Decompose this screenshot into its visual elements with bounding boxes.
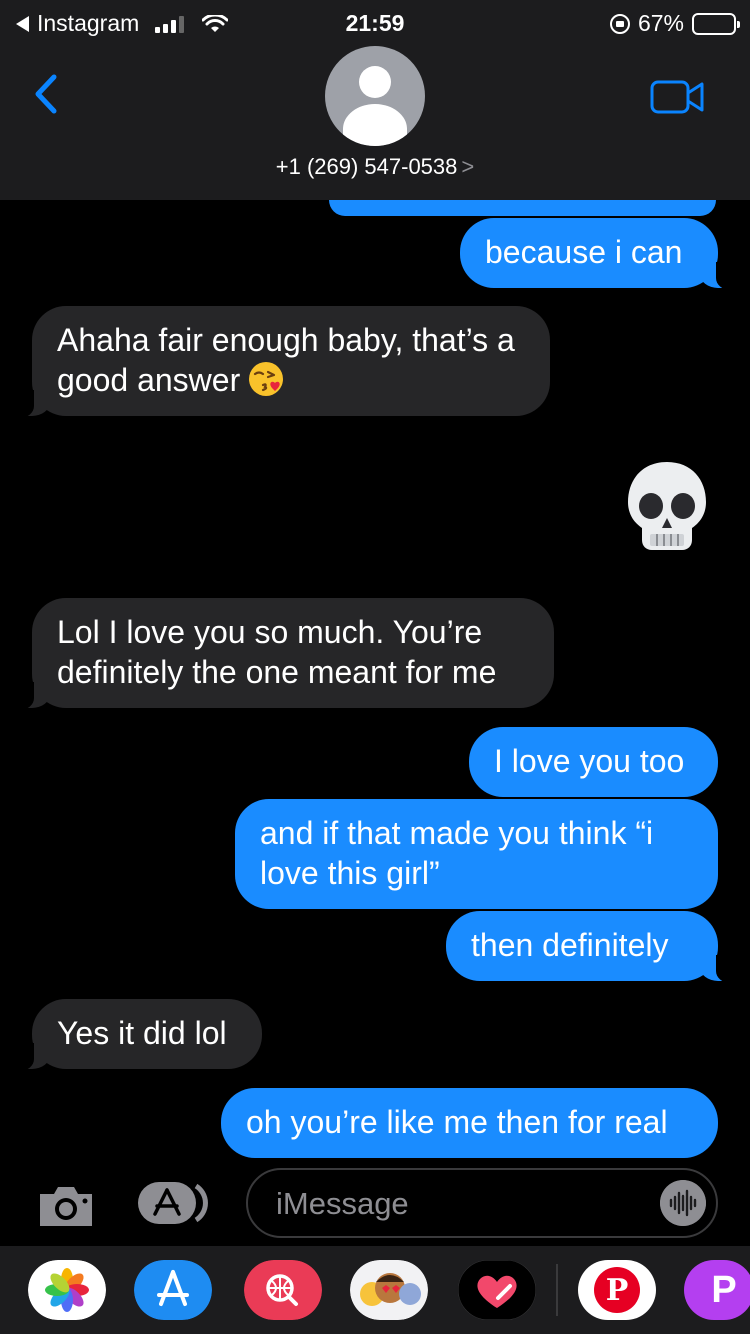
pinterest-letter: P [605,1272,629,1308]
photos-icon[interactable] [28,1260,106,1320]
message-outgoing[interactable]: oh you’re like me then for real [221,1088,718,1158]
compose-bar [0,1160,750,1246]
message-text: Lol I love you so much. You’re definitel… [57,614,497,690]
digital-touch-icon[interactable] [458,1260,536,1320]
message-text: Yes it did lol [57,1015,227,1051]
status-right: 67% [609,10,740,37]
contact-avatar[interactable] [325,46,425,146]
rotation-lock-icon [609,13,630,34]
skull-emoji[interactable] [624,458,710,554]
message-text: oh you’re like me then for real [246,1104,668,1140]
drawer-divider [556,1264,558,1316]
picsart-letter: P [711,1268,737,1311]
previous-message-bubble-cut [329,200,716,216]
message-text: Ahaha fair enough baby, that’s a good an… [57,322,515,398]
contact-number: +1 (269) 547-0538 [275,154,458,179]
pinterest-icon[interactable]: P [578,1260,656,1320]
app-store-drawer-icon[interactable] [136,1180,216,1226]
web-search-icon[interactable] [244,1260,322,1320]
chevron-right-icon: > [461,154,475,179]
message-text: I love you too [494,743,685,779]
status-bar: Instagram 21:59 67% [0,6,750,36]
imessage-app-drawer: P P [0,1246,750,1334]
conversation-header: Instagram 21:59 67% +1 (269) 547-0538 > [0,0,750,200]
face-blowing-kiss-icon [249,362,284,396]
message-outgoing[interactable]: because i can [460,218,736,290]
contact-name[interactable]: +1 (269) 547-0538 > [0,154,750,180]
message-incoming[interactable]: Yes it did lol [14,999,262,1071]
message-outgoing[interactable]: and if that made you think “i love this … [235,799,718,909]
avatar-body [343,104,407,146]
message-outgoing[interactable]: I love you too [469,727,718,797]
message-incoming[interactable]: Lol I love you so much. You’re definitel… [14,598,554,710]
message-text: because i can [485,234,683,270]
imessage-field-container [246,1168,718,1238]
message-outgoing[interactable]: then definitely [446,911,736,983]
message-text: then definitely [471,927,669,963]
message-text: and if that made you think “i love this … [260,815,654,891]
memoji-icon[interactable] [350,1260,428,1320]
message-incoming[interactable]: Ahaha fair enough baby, that’s a good an… [14,306,550,418]
camera-icon[interactable] [36,1182,96,1228]
picsart-icon[interactable]: P [684,1260,750,1320]
audio-message-icon[interactable] [660,1180,706,1226]
battery-icon [692,12,740,35]
pinterest-badge: P [594,1267,640,1313]
avatar-head [359,66,391,98]
facetime-video-icon[interactable] [650,80,704,114]
back-chevron-icon[interactable] [34,74,58,114]
app-store-icon[interactable] [134,1260,212,1320]
imessage-input[interactable] [274,1170,638,1238]
battery-percent: 67% [637,10,684,36]
